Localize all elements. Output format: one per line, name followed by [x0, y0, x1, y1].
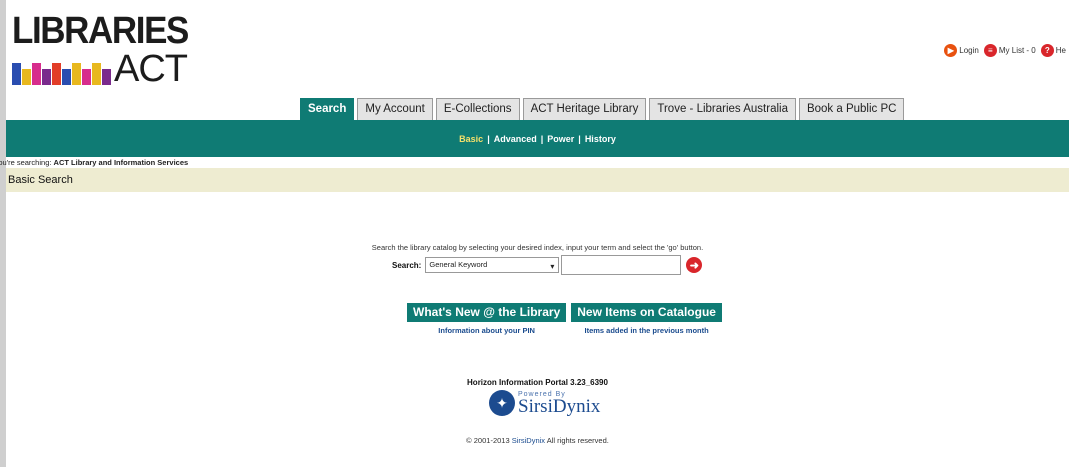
login-icon[interactable]: ▶ — [944, 44, 958, 57]
whats-new-button[interactable]: What's New @ the Library — [407, 303, 567, 322]
searching-scope: You're searching: ACT Library and Inform… — [0, 158, 188, 167]
page: LIBRARIES ACT ▶ Login ≡ My List - 0 ? He… — [6, 0, 1069, 467]
arrow-right-icon: ➜ — [689, 259, 699, 272]
logo-bar — [52, 63, 61, 85]
searching-scope-name: ACT Library and Information Services — [53, 158, 189, 167]
logo-bar — [72, 63, 81, 85]
logo-bar — [22, 69, 31, 85]
tab-my-account[interactable]: My Account — [357, 98, 433, 120]
main-tabs: Search My Account E-Collections ACT Heritag… — [300, 98, 907, 120]
basic-search-title: Basic Search — [8, 174, 73, 186]
search-term-input[interactable] — [561, 255, 682, 275]
subnav-advanced[interactable]: Advanced — [490, 134, 541, 144]
search-index-select[interactable]: General Keyword ▾ — [425, 257, 560, 273]
copyright-suffix: All rights reserved. — [545, 436, 609, 445]
logo-bar — [32, 63, 41, 85]
logo-act-text: ACT — [114, 48, 188, 90]
sirsidynix-name: SirsiDynix — [518, 395, 601, 417]
chevron-down-icon: ▾ — [550, 262, 555, 271]
logo-bar — [82, 69, 91, 85]
copyright-prefix: © 2001-2013 — [466, 436, 512, 445]
subnav-power[interactable]: Power — [543, 134, 578, 144]
logo-bar — [102, 69, 111, 85]
whats-new-button-group: What's New @ the Library Information abou… — [407, 303, 567, 335]
tab-search[interactable]: Search — [300, 98, 355, 120]
subnav-history[interactable]: History — [581, 134, 620, 144]
logo-bar — [42, 69, 51, 85]
go-button[interactable]: ➜ — [686, 257, 703, 273]
search-index-value: General Keyword — [429, 260, 488, 269]
tab-act-heritage-library[interactable]: ACT Heritage Library — [522, 98, 647, 120]
logo-bar — [12, 63, 21, 85]
libraries-act-logo[interactable]: LIBRARIES ACT — [12, 10, 189, 92]
tab-trove-libraries-australia[interactable]: Trove - Libraries Australia — [649, 98, 796, 120]
logo-wordmark: LIBRARIES — [12, 10, 189, 52]
my-list-icon[interactable]: ≡ — [983, 44, 997, 57]
subnav-basic[interactable]: Basic — [455, 134, 487, 144]
login-link[interactable]: Login — [959, 46, 979, 55]
search-row: Search: General Keyword ▾ ➜ — [392, 255, 703, 275]
sirsidynix-logo[interactable]: ✦ Powered By SirsiDynix — [489, 390, 600, 416]
logo-color-bars — [12, 55, 112, 85]
my-list-link[interactable]: My List - 0 — [999, 46, 1036, 55]
whats-new-button-caption[interactable]: Information about your PIN — [407, 326, 566, 335]
feature-buttons: What's New @ the Library Information abou… — [407, 303, 727, 335]
logo-bar — [92, 63, 101, 85]
tab-book-a-public-pc[interactable]: Book a Public PC — [798, 98, 905, 120]
basic-search-bar: Basic Search — [6, 168, 1069, 192]
top-links: ▶ Login ≡ My List - 0 ? He — [942, 44, 1069, 57]
portal-version: Horizon Information Portal 3.23_6390 — [467, 378, 608, 387]
sirsidynix-people-icon: ✦ — [489, 390, 515, 416]
new-items-button[interactable]: New Items on Catalogue — [571, 303, 722, 322]
search-label: Search: — [392, 260, 422, 270]
copyright: © 2001-2013 SirsiDynix All rights reserv… — [6, 436, 1069, 445]
searching-prefix: You're searching: — [0, 158, 52, 167]
tab-e-collections[interactable]: E-Collections — [435, 98, 520, 120]
help-link[interactable]: He — [1056, 46, 1066, 55]
search-subnav: Basic | Advanced | Power | History — [6, 120, 1069, 157]
new-items-button-group: New Items on Catalogue Items added in the… — [571, 303, 722, 335]
help-icon[interactable]: ? — [1040, 44, 1054, 57]
sirsidynix-link[interactable]: SirsiDynix — [512, 436, 545, 445]
new-items-button-caption[interactable]: Items added in the previous month — [571, 326, 722, 335]
search-instructions: Search the library catalog by selecting … — [371, 243, 704, 252]
logo-bar — [62, 69, 71, 85]
